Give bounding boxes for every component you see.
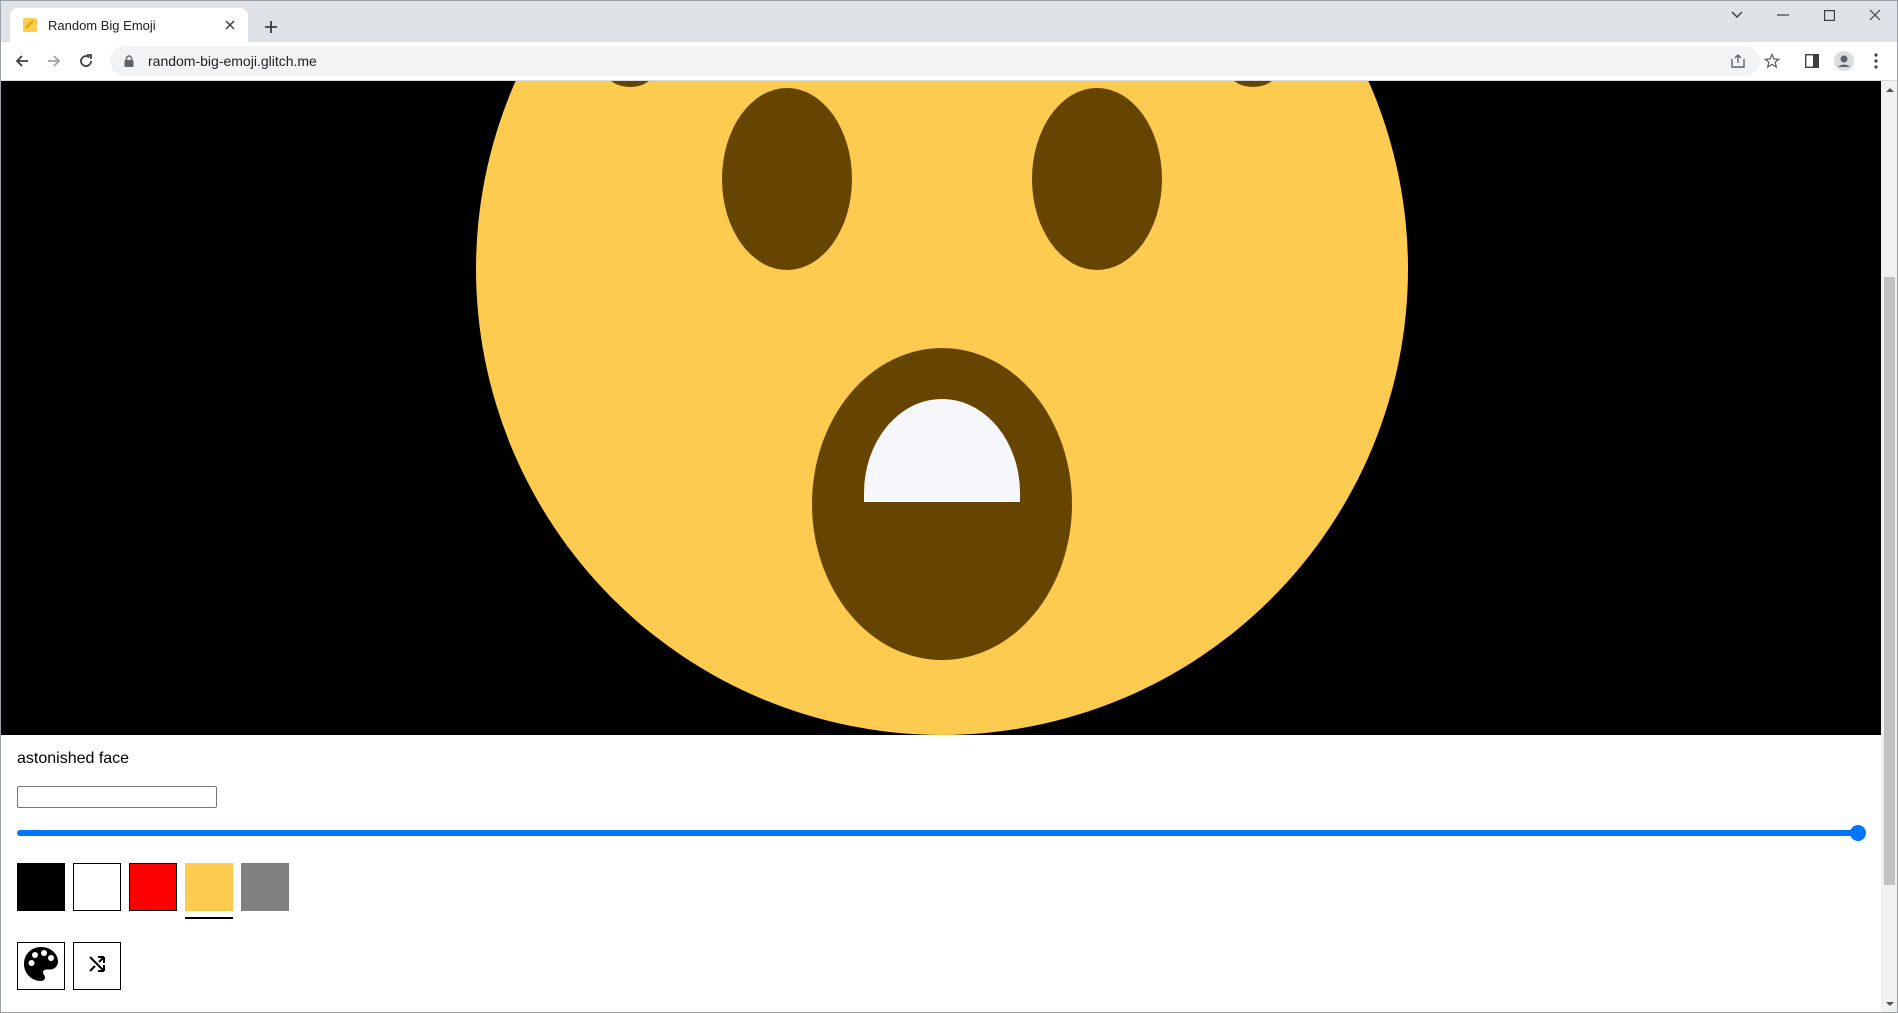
share-icon[interactable] bbox=[1724, 47, 1752, 75]
color-swatch-red[interactable] bbox=[129, 863, 177, 911]
size-slider-thumb[interactable] bbox=[1850, 825, 1866, 841]
size-slider[interactable] bbox=[17, 823, 1866, 843]
url-text[interactable]: random-big-emoji.glitch.me bbox=[148, 53, 317, 69]
color-swatch-black[interactable] bbox=[17, 863, 65, 911]
side-panel-icon[interactable] bbox=[1798, 47, 1826, 75]
swatch-yellow bbox=[185, 863, 241, 923]
tab-search-button[interactable] bbox=[1714, 0, 1760, 30]
close-window-button[interactable] bbox=[1852, 0, 1898, 30]
size-slider-track bbox=[17, 830, 1858, 836]
maximize-button[interactable] bbox=[1806, 0, 1852, 30]
shuffle-button[interactable] bbox=[73, 942, 121, 990]
swatch-black bbox=[17, 863, 73, 923]
emoji-stage bbox=[1, 81, 1881, 735]
forward-button[interactable] bbox=[40, 47, 68, 75]
color-swatch-yellow[interactable] bbox=[185, 863, 233, 911]
browser-toolbar: random-big-emoji.glitch.me bbox=[0, 42, 1898, 81]
page-scrollbar[interactable] bbox=[1881, 81, 1898, 1012]
reload-button[interactable] bbox=[72, 47, 100, 75]
new-tab-button[interactable] bbox=[258, 14, 284, 40]
page-viewport: astonished face bbox=[1, 81, 1881, 1012]
shuffle-icon bbox=[87, 954, 107, 979]
palette-button[interactable] bbox=[17, 942, 65, 990]
close-tab-icon[interactable] bbox=[220, 15, 240, 35]
emoji-favicon-icon bbox=[22, 17, 38, 33]
scroll-up-arrow-icon[interactable] bbox=[1881, 81, 1898, 98]
left-eye bbox=[722, 88, 852, 270]
scroll-down-arrow-icon[interactable] bbox=[1881, 995, 1898, 1012]
browser-tab[interactable]: Random Big Emoji bbox=[10, 8, 248, 42]
right-eye bbox=[1032, 88, 1162, 270]
tab-title: Random Big Emoji bbox=[48, 17, 156, 33]
address-bar[interactable]: random-big-emoji.glitch.me bbox=[110, 46, 1760, 76]
mouth bbox=[812, 348, 1072, 660]
emoji-search-input[interactable] bbox=[17, 786, 217, 808]
astonished-face-emoji bbox=[476, 81, 1408, 735]
menu-kebab-icon[interactable] bbox=[1862, 47, 1890, 75]
minimize-button[interactable] bbox=[1760, 0, 1806, 30]
back-button[interactable] bbox=[8, 47, 36, 75]
swatch-white bbox=[73, 863, 129, 923]
lock-icon[interactable] bbox=[122, 54, 136, 68]
swatch-red bbox=[129, 863, 185, 923]
swatch-gray bbox=[241, 863, 297, 923]
palette-icon bbox=[22, 945, 60, 988]
profile-avatar-icon[interactable] bbox=[1830, 47, 1858, 75]
scroll-thumb[interactable] bbox=[1884, 277, 1895, 885]
emoji-name-label: astonished face bbox=[17, 750, 130, 767]
tab-strip: Random Big Emoji bbox=[0, 0, 1898, 42]
bookmark-star-icon[interactable] bbox=[1758, 47, 1786, 75]
color-swatch-gray[interactable] bbox=[241, 863, 289, 911]
selected-swatch-indicator bbox=[185, 917, 233, 919]
color-swatches bbox=[17, 863, 297, 923]
color-swatch-white[interactable] bbox=[73, 863, 121, 911]
